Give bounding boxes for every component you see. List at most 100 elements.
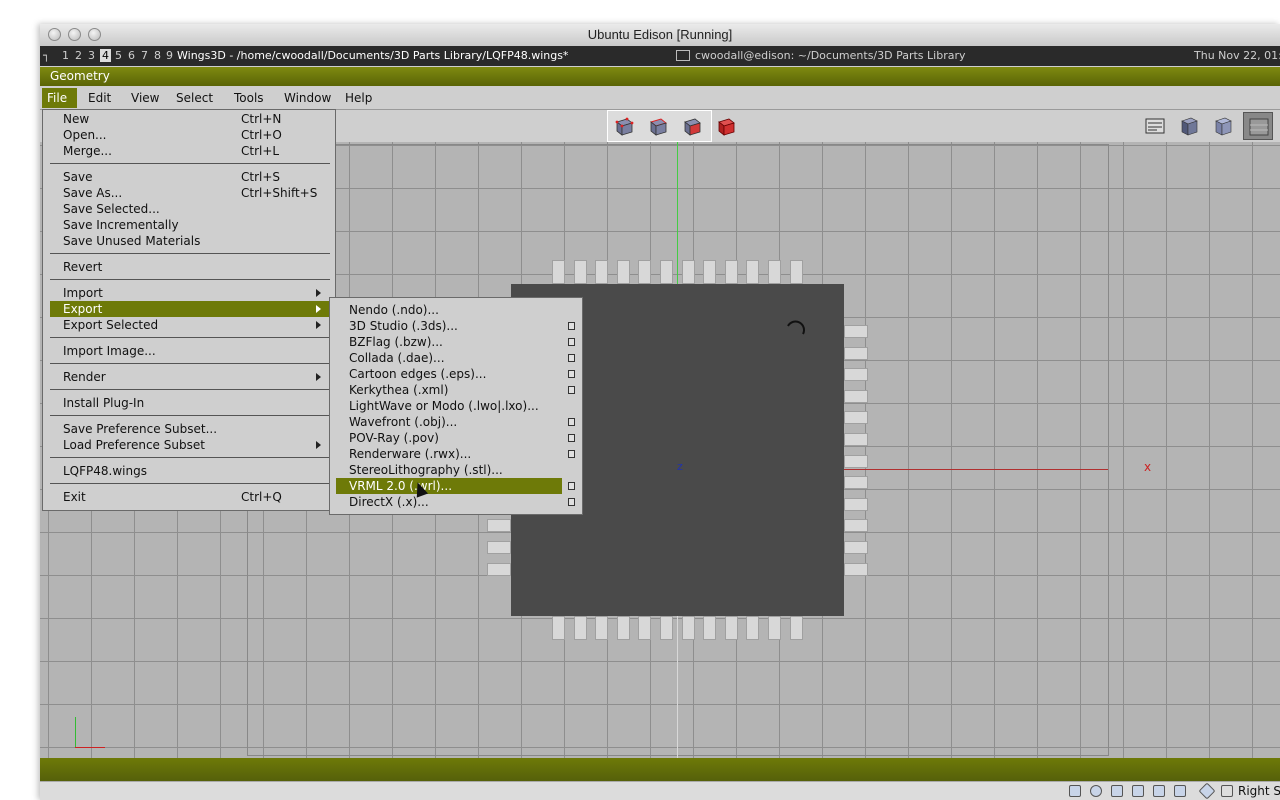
usb-icon	[1111, 785, 1123, 797]
chip-pin	[746, 260, 760, 284]
menu-separator	[50, 457, 330, 458]
export-renderware[interactable]: Renderware (.rwx)...	[336, 446, 562, 462]
smooth-preview-button[interactable]	[1174, 112, 1204, 140]
window-titlebar: Ubuntu Edison [Running]	[40, 24, 1280, 47]
export-directx[interactable]: DirectX (.x)...	[336, 494, 562, 510]
panel-menu-icon[interactable]: ┐	[43, 49, 50, 62]
x-axis-label: x	[1144, 460, 1152, 474]
mini-axis-y	[75, 717, 76, 747]
submenu-arrow-icon	[316, 373, 321, 381]
cd-icon	[1090, 785, 1102, 797]
vertex-mode-button[interactable]	[609, 112, 639, 140]
chip-pin	[844, 433, 868, 446]
export-eps-options-box[interactable]	[568, 370, 575, 378]
chip-pin	[789, 260, 803, 284]
mini-axis-x	[75, 747, 105, 748]
menu-separator	[50, 163, 330, 164]
texture-view-button[interactable]	[1243, 112, 1273, 140]
menu-view[interactable]: View	[131, 91, 159, 105]
export-kerkythea[interactable]: Kerkythea (.xml)	[336, 382, 562, 398]
edge-mode-button[interactable]	[643, 112, 673, 140]
export-directx-options-box[interactable]	[568, 498, 575, 506]
menu-separator	[50, 415, 330, 416]
workspace-9[interactable]: 9	[166, 49, 173, 62]
export-kerkythea-options-box[interactable]	[568, 386, 575, 394]
workspace-5[interactable]: 5	[115, 49, 122, 62]
export-collada-options-box[interactable]	[568, 354, 575, 362]
chip-pin	[660, 260, 673, 284]
disk-icon	[1069, 785, 1081, 797]
workspace-4[interactable]: 4	[100, 49, 111, 62]
workspace-8[interactable]: 8	[154, 49, 161, 62]
chip-pin	[844, 562, 868, 576]
x-axis-line	[844, 469, 1108, 470]
export-rwx-options-box[interactable]	[568, 450, 575, 458]
file-render[interactable]: Render	[50, 369, 330, 385]
file-export-selected[interactable]: Export Selected	[50, 317, 330, 333]
panel-clock: Thu Nov 22, 01:	[1194, 49, 1280, 62]
menu-separator	[50, 363, 330, 364]
chip-pin	[595, 260, 609, 284]
chip-pin	[844, 346, 868, 360]
grid-panel-icon	[1145, 118, 1165, 134]
export-vrml[interactable]: VRML 2.0 (.wrl)...	[336, 478, 562, 494]
chip-pin	[844, 389, 868, 403]
face-mode-button[interactable]	[677, 112, 707, 140]
export-nendo[interactable]: Nendo (.ndo)...	[336, 302, 562, 318]
export-cartoon-edges[interactable]: Cartoon edges (.eps)...	[336, 366, 562, 382]
export-vrml-options-box[interactable]	[568, 482, 575, 490]
groundplane-toggle[interactable]	[1140, 112, 1170, 140]
shaded-cube-icon	[1181, 117, 1198, 136]
wireframe-toggle-button[interactable]	[1208, 112, 1238, 140]
chip-pin	[724, 616, 738, 640]
chip-pin	[844, 368, 868, 382]
chip-pin	[703, 616, 717, 640]
keyboard-capture-icon	[1221, 785, 1233, 797]
menu-file[interactable]: File	[47, 91, 67, 105]
chip-pin	[724, 260, 738, 284]
y-axis-line	[677, 142, 678, 284]
task-wings3d[interactable]: Wings3D - /home/cwoodall/Documents/3D Pa…	[177, 49, 568, 62]
y-axis-line-lower	[677, 616, 678, 758]
export-pov-options-box[interactable]	[568, 434, 575, 442]
geometry-titlebar: Geometry	[40, 67, 1280, 86]
info-line	[40, 758, 1280, 781]
export-3ds-options-box[interactable]	[568, 322, 575, 330]
file-load-preference-subset[interactable]: Load Preference Subset	[50, 437, 330, 453]
chip-pin	[844, 325, 868, 338]
menu-separator	[50, 337, 330, 338]
workspace-7[interactable]: 7	[141, 49, 148, 62]
terminal-icon	[676, 50, 690, 61]
chip-pin	[681, 616, 695, 640]
export-stl[interactable]: StereoLithography (.stl)...	[336, 462, 562, 478]
submenu-arrow-icon	[316, 321, 321, 329]
chip-pin	[746, 616, 760, 640]
menu-window[interactable]: Window	[284, 91, 331, 105]
menu-help[interactable]: Help	[345, 91, 372, 105]
z-axis-label: z	[677, 460, 683, 473]
workspace-2[interactable]: 2	[75, 49, 82, 62]
export-3ds[interactable]: 3D Studio (.3ds)...	[336, 318, 562, 334]
menu-separator	[50, 483, 330, 484]
file-export[interactable]: Export	[50, 301, 330, 317]
chip-pin	[703, 260, 717, 284]
menu-tools[interactable]: Tools	[234, 91, 264, 105]
file-menu-dropdown: New Ctrl+N Open... Ctrl+O Merge... Ctrl+L S…	[42, 109, 336, 511]
host-key-label: Right S	[1238, 784, 1280, 798]
body-mode-button[interactable]	[711, 112, 741, 140]
export-wavefront[interactable]: Wavefront (.obj)...	[336, 414, 562, 430]
export-bzflag-options-box[interactable]	[568, 338, 575, 346]
export-bzflag[interactable]: BZFlag (.bzw)...	[336, 334, 562, 350]
workspace-6[interactable]: 6	[128, 49, 135, 62]
export-obj-options-box[interactable]	[568, 418, 575, 426]
export-lightwave-modo[interactable]: LightWave or Modo (.lwo|.lxo)...	[336, 398, 562, 414]
chip-pin	[595, 616, 609, 640]
workspace-1[interactable]: 1	[62, 49, 69, 62]
export-povray[interactable]: POV-Ray (.pov)	[336, 430, 562, 446]
menu-edit[interactable]: Edit	[88, 91, 111, 105]
menu-select[interactable]: Select	[176, 91, 213, 105]
file-import[interactable]: Import	[50, 285, 330, 301]
task-terminal[interactable]: cwoodall@edison: ~/Documents/3D Parts Li…	[695, 49, 966, 62]
export-collada[interactable]: Collada (.dae)...	[336, 350, 562, 366]
workspace-3[interactable]: 3	[88, 49, 95, 62]
